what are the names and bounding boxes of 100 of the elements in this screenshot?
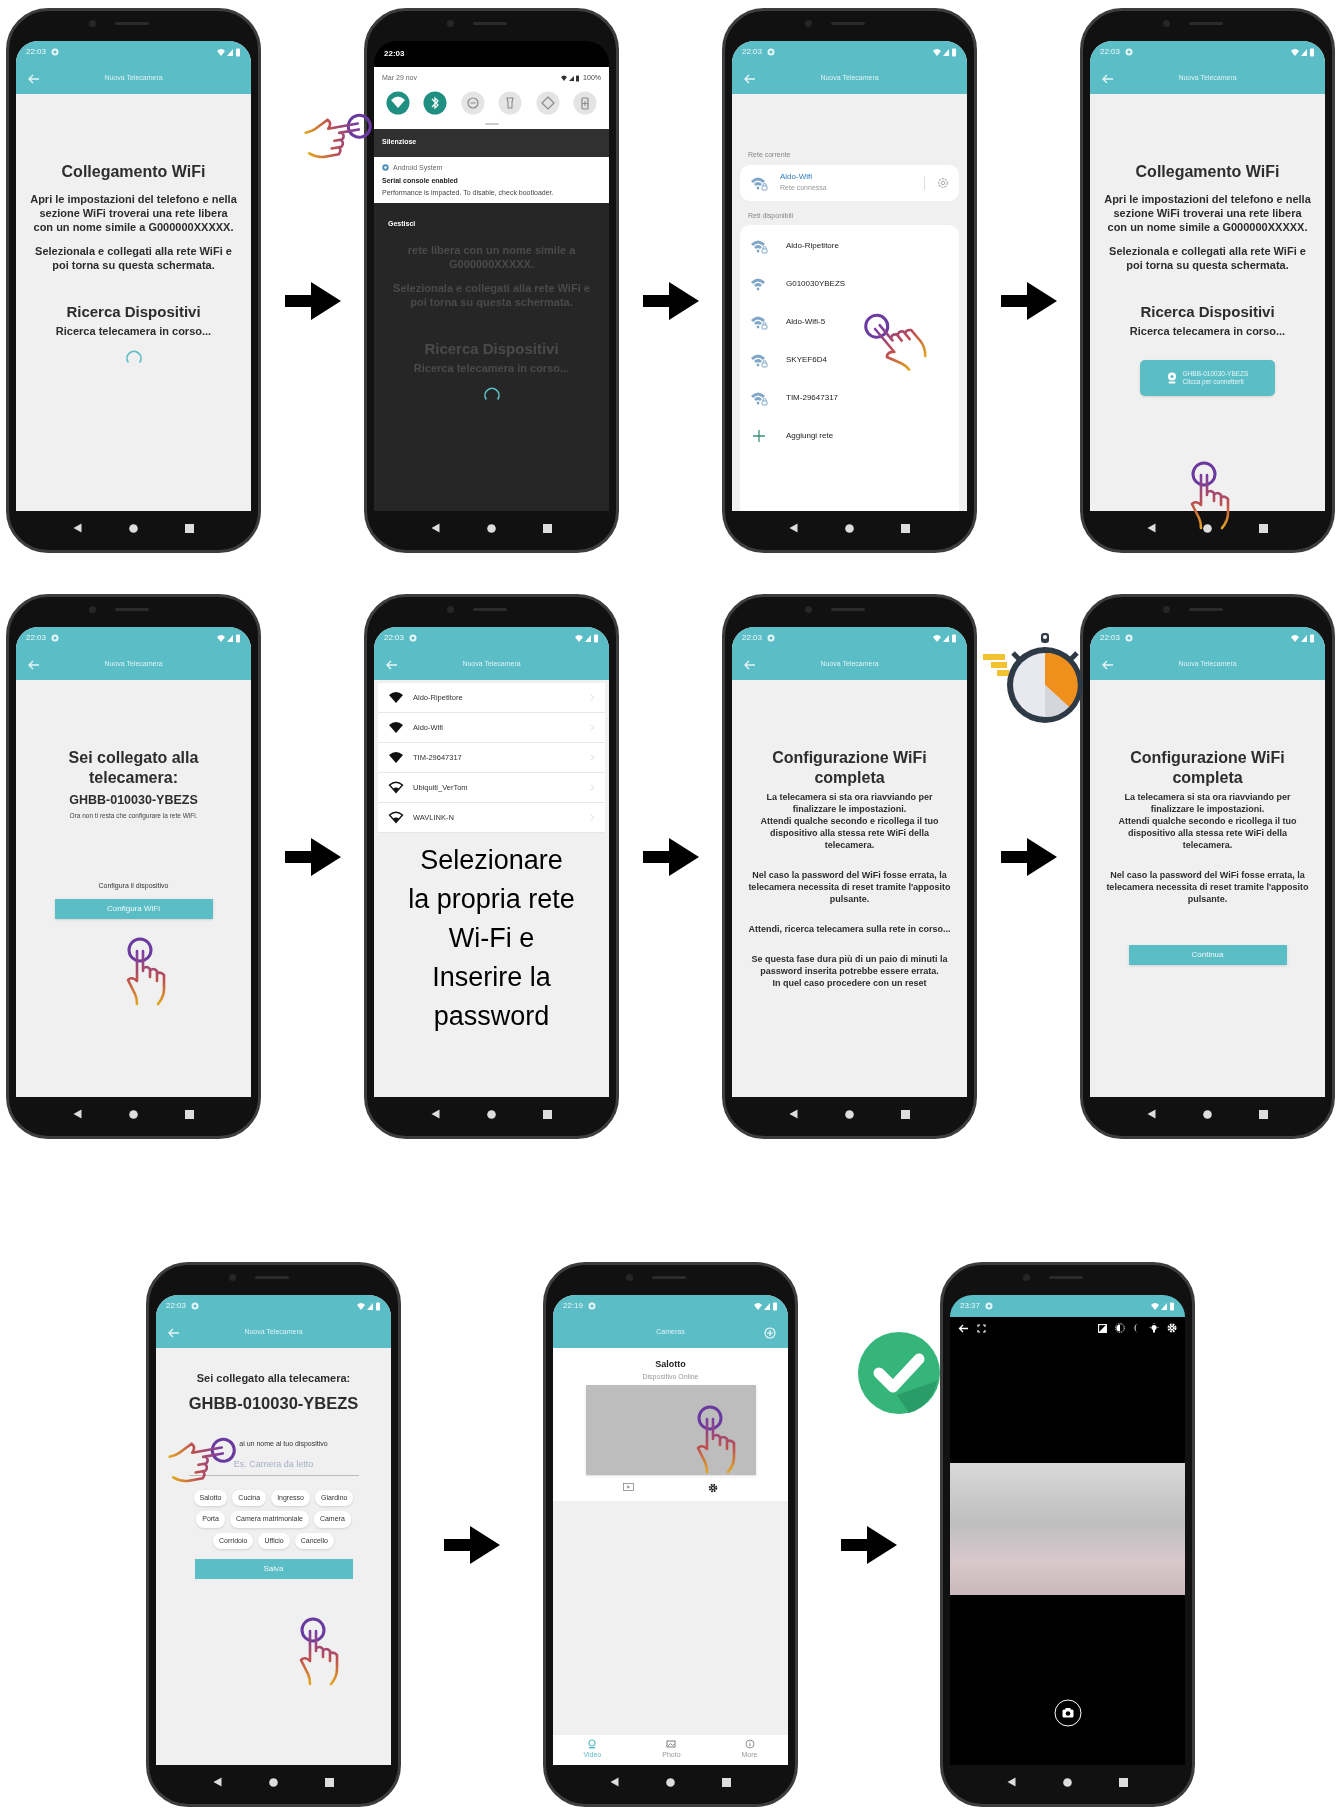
right-arrow-icon xyxy=(1000,280,1057,322)
screen-heading: Collegamento WiFi xyxy=(61,162,206,182)
back-nav-icon[interactable] xyxy=(1147,1109,1157,1119)
back-nav-icon[interactable] xyxy=(431,523,441,533)
signal-battery-icon xyxy=(933,47,957,57)
back-nav-icon[interactable] xyxy=(73,1109,83,1119)
quick-toggle-icon[interactable] xyxy=(572,90,597,115)
home-nav-icon[interactable] xyxy=(487,523,496,533)
status-time: 22:19 xyxy=(563,1300,584,1312)
signal-battery-icon xyxy=(1291,633,1315,643)
signal-battery-icon xyxy=(575,633,599,643)
home-nav-icon[interactable] xyxy=(1203,1109,1212,1119)
chevron-icon xyxy=(590,694,595,701)
quick-toggle-icon[interactable] xyxy=(535,90,560,115)
right-arrow-icon xyxy=(841,1524,897,1566)
network-row[interactable]: SKYEF6D4 xyxy=(750,341,949,379)
signal-battery-icon xyxy=(357,1301,381,1311)
recents-nav-icon[interactable] xyxy=(900,523,910,533)
status-time: 22:03 xyxy=(742,632,763,644)
network-row[interactable]: G010030YBEZS xyxy=(750,265,949,303)
notification-icon xyxy=(51,634,60,642)
notification-icon xyxy=(1125,634,1134,642)
quick-toggle-icon[interactable] xyxy=(386,90,410,115)
right-arrow-icon xyxy=(284,280,341,322)
instruction-text: Attendi, ricerca telecamera sulla rete in corso... xyxy=(748,923,951,935)
network-row[interactable]: TIM-29647317 xyxy=(750,379,949,417)
camera-preview-placeholder[interactable] xyxy=(585,1385,756,1475)
back-nav-icon[interactable] xyxy=(1147,523,1157,533)
chevron-icon xyxy=(590,814,595,821)
network-row[interactable]: Aggiungi rete xyxy=(750,417,949,455)
app-icon xyxy=(382,164,389,172)
camera-shutter-icon[interactable] xyxy=(1053,1699,1082,1727)
recents-nav-icon[interactable] xyxy=(184,523,194,533)
back-nav-icon[interactable] xyxy=(1007,1777,1017,1787)
home-nav-icon[interactable] xyxy=(1063,1777,1072,1787)
notification-icon xyxy=(767,634,776,642)
network-row[interactable]: Aldo-Wifi-5 xyxy=(750,303,949,341)
right-arrow-icon xyxy=(444,1524,500,1566)
home-nav-icon[interactable] xyxy=(1203,523,1212,533)
tab-icon xyxy=(744,1739,755,1750)
recents-nav-icon[interactable] xyxy=(900,1109,910,1119)
back-nav-icon[interactable] xyxy=(789,523,799,533)
fullscreen-icon[interactable] xyxy=(977,1323,986,1333)
instruction-text: Selezionala e collegati alla rete WiFi e poi torna su questa schermata. xyxy=(34,244,233,272)
status-time: 22:03 xyxy=(1100,46,1121,58)
status-time: 22:03 xyxy=(742,46,763,58)
settings-icon[interactable] xyxy=(708,1483,719,1493)
right-arrow-icon xyxy=(1000,836,1057,878)
instruction-text: La telecamera si sta ora riavviando per finalizzare le impostazioni. Attendi qualche secondo e ricollega il tuo dispositivo alla stessa rete WiFi della telecamera. xyxy=(1117,791,1298,851)
signal-battery-icon xyxy=(754,1301,778,1311)
section-heading: Ricerca Dispositivi xyxy=(1140,302,1275,321)
home-nav-icon[interactable] xyxy=(845,1109,854,1119)
exposure-icon[interactable] xyxy=(1098,1323,1107,1333)
recents-nav-icon[interactable] xyxy=(1258,1109,1268,1119)
name-input-field[interactable]: Es. Camera da letto xyxy=(188,1453,359,1476)
home-nav-icon[interactable] xyxy=(845,523,854,533)
light-bulb-icon[interactable] xyxy=(1149,1323,1159,1333)
plus-icon xyxy=(750,428,768,444)
camera-id: GHBB-010030-YBEZS xyxy=(188,1392,359,1414)
tab-icon xyxy=(666,1739,677,1750)
recents-nav-icon[interactable] xyxy=(324,1777,334,1787)
back-nav-icon[interactable] xyxy=(789,1109,799,1119)
home-nav-icon[interactable] xyxy=(487,1109,496,1119)
quick-toggle-icon[interactable] xyxy=(498,90,523,115)
screen-heading: Configurazione WiFi completa xyxy=(771,748,928,788)
quick-toggle-icon[interactable] xyxy=(460,90,485,115)
recents-nav-icon[interactable] xyxy=(1118,1777,1128,1787)
home-nav-icon[interactable] xyxy=(666,1777,675,1787)
notification-icon xyxy=(409,634,418,642)
brightness-icon[interactable] xyxy=(1115,1323,1125,1333)
status-time: 22:03 xyxy=(384,632,405,644)
recents-nav-icon[interactable] xyxy=(1258,523,1268,533)
chevron-icon xyxy=(590,754,595,761)
playback-icon[interactable] xyxy=(622,1483,634,1491)
home-nav-icon[interactable] xyxy=(129,1109,138,1119)
signal-battery-icon xyxy=(1291,47,1315,57)
back-nav-icon[interactable] xyxy=(431,1109,441,1119)
back-arrow-icon[interactable] xyxy=(958,1323,969,1333)
chevron-icon xyxy=(590,724,595,731)
quick-toggle-icon[interactable] xyxy=(423,90,448,115)
recents-nav-icon[interactable] xyxy=(542,523,552,533)
home-nav-icon[interactable] xyxy=(129,523,138,533)
instruction-text: Selezionala e collegati alla rete WiFi e poi torna su questa schermata. xyxy=(1108,244,1307,272)
signal-battery-icon xyxy=(561,74,582,82)
signal-battery-icon xyxy=(1151,1301,1175,1311)
drag-handle[interactable] xyxy=(484,122,499,125)
recents-nav-icon[interactable] xyxy=(721,1777,731,1787)
notification-icon xyxy=(51,48,60,56)
back-nav-icon[interactable] xyxy=(213,1777,223,1787)
back-nav-icon[interactable] xyxy=(610,1777,620,1787)
network-row[interactable]: Aldo-Ripetitore xyxy=(750,227,949,265)
status-time: 22:03 xyxy=(384,48,405,60)
instruction-text: Apri le impostazioni del telefono e nella sezione WiFi troverai una rete libera con un nome simile a G000000XXXXX. xyxy=(30,192,237,234)
screen-heading: Sei collegato alla telecamera: xyxy=(67,748,200,788)
back-nav-icon[interactable] xyxy=(73,523,83,533)
recents-nav-icon[interactable] xyxy=(542,1109,552,1119)
home-nav-icon[interactable] xyxy=(269,1777,278,1787)
recents-nav-icon[interactable] xyxy=(184,1109,194,1119)
section-heading: Ricerca Dispositivi xyxy=(66,302,201,321)
screen-heading: Configurazione WiFi completa xyxy=(1129,748,1286,788)
